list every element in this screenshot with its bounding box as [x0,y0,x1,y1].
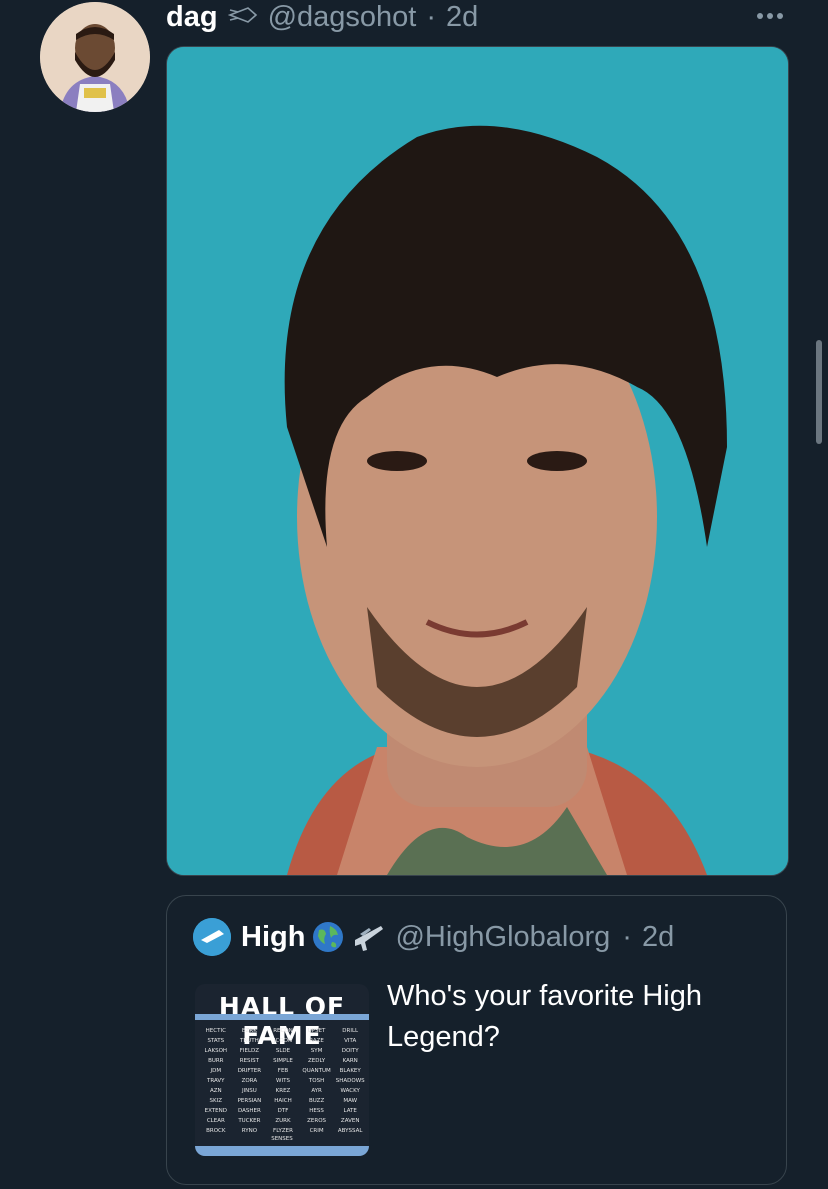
hall-of-fame-bar [195,1014,369,1020]
tweet-time[interactable]: 2d [446,1,478,34]
quoted-tweet-text: Who's your favorite High Legend? [387,980,702,1053]
hall-of-fame-name: DRILL [342,1028,359,1034]
hall-of-fame-name: HAICH [274,1098,292,1104]
globe-icon [311,920,345,954]
hall-of-fame-name: EXTEND [204,1108,227,1114]
hall-of-fame-name: FLYZER [273,1128,293,1134]
hall-of-fame-name: ZAVEN [340,1118,360,1124]
tweet-header: dag @dagsohot · 2d [166,0,478,34]
hall-of-fame-name: HECTIC [205,1028,226,1034]
author-name[interactable]: dag [166,1,218,34]
hall-of-fame-name: CRIM [309,1128,324,1134]
hall-of-fame-name: BUZZ [308,1098,325,1104]
hall-of-fame-name: BROCK [206,1128,226,1134]
hall-of-fame-name: SHADOWS [335,1078,365,1084]
hall-of-fame-name: TRAVY [207,1078,225,1084]
hall-of-fame-name: TUCKER [238,1118,261,1124]
hall-of-fame-name: FEB [277,1068,289,1074]
hall-of-fame-name: CLEAR [206,1118,225,1124]
author-avatar[interactable] [40,2,150,112]
hall-of-fame-name: ZEROS [307,1118,327,1124]
quoted-dot-separator: · [622,920,632,953]
portrait-photo-icon [167,47,788,875]
hall-of-fame-name: TOSH [308,1078,325,1084]
quoted-tweet-image[interactable]: HALL OF FAME HECTIC BZRK RECON UPSET DRILL ST… [195,984,369,1156]
hall-of-fame-name: JDM [210,1068,222,1074]
hall-of-fame-name: STATS [207,1038,225,1044]
hall-of-fame-name: SLDE [275,1048,291,1054]
hall-of-fame-name: DOITY [341,1048,359,1054]
hall-of-fame-name: SIMPLE [273,1058,293,1064]
hall-of-fame-name: AZN [209,1088,222,1094]
hall-of-fame-bottom-bar [195,1146,369,1156]
quoted-tweet[interactable]: High @HighGlobalorg · 2d HALL OF FAME HECT… [166,895,787,1185]
hall-of-fame-name: WITS [276,1078,290,1084]
quoted-tweet-header: High @HighGlobalorg · 2d [193,918,674,956]
hall-of-fame-name: TRUTH [240,1038,259,1044]
hall-of-fame-name: VITA [344,1038,357,1044]
hall-of-fame-name: UPSET [307,1028,326,1034]
hall-of-fame-name: LATE [343,1108,357,1114]
hall-of-fame-name: ZURK [275,1118,291,1124]
more-options-icon[interactable] [752,4,788,28]
hall-of-fame-last-name: SENSES [271,1136,293,1142]
hall-of-fame-name: LAKSOH [204,1048,228,1054]
dot-separator: · [426,0,437,33]
quoted-author-handle[interactable]: @HighGlobalorg [395,921,610,954]
hall-of-fame-name: SKIZ [209,1098,223,1104]
quoted-author-avatar[interactable] [193,918,231,956]
tweet-photo[interactable] [166,46,789,876]
tweet[interactable]: dag @dagsohot · 2d High @HighGlobalorg ·… [0,0,828,1189]
quoted-tweet-time[interactable]: 2d [642,921,674,954]
hall-of-fame-name: WACKY [340,1088,360,1094]
hall-of-fame-name: BURR [208,1058,224,1064]
hall-of-fame-name: PERSIAN [237,1098,262,1104]
hall-of-fame-name: SYM [310,1048,323,1054]
hall-of-fame-name: ABYSSAL [337,1128,363,1134]
hall-of-fame-name: JINSU [241,1088,257,1094]
hall-of-fame-name: FIELDZ [239,1048,260,1054]
hall-of-fame-name: RAZE [309,1038,324,1044]
hall-of-fame-name: DASHER [237,1108,261,1114]
hall-of-fame-name: RYNO [241,1128,258,1134]
quoted-author-name[interactable]: High [241,921,305,954]
hall-of-fame-name: JCOON [273,1038,293,1044]
scrollbar-thumb[interactable] [816,340,822,444]
hall-of-fame-name: MAW [343,1098,358,1104]
hall-of-fame-name: BLAKEY [339,1068,361,1074]
hall-of-fame-name: HESS [309,1108,324,1114]
hall-of-fame-name: RESIST [239,1058,260,1064]
hall-of-fame-name: DRIFTER [237,1068,262,1074]
hall-of-fame-name: ZORA [241,1078,258,1084]
hall-of-fame-names: HECTIC BZRK RECON UPSET DRILL STATS TRUTH JCOON… [199,1026,367,1136]
hall-of-fame-name: KREZ [275,1088,291,1094]
hall-of-fame-name: ZEDLY [308,1058,326,1064]
rocket-emoji-icon [227,1,258,34]
hall-of-fame-name: BZRK [241,1028,257,1034]
hall-of-fame-name: KARN [342,1058,358,1064]
hall-of-fame-name: QUANTUM [302,1068,331,1074]
hall-of-fame-name: AYR [311,1088,322,1094]
author-handle[interactable]: @dagsohot [268,1,417,34]
hall-of-fame-name: RECON [273,1028,293,1034]
hall-of-fame-name: DTF [277,1108,289,1114]
airplane-icon [351,920,385,954]
